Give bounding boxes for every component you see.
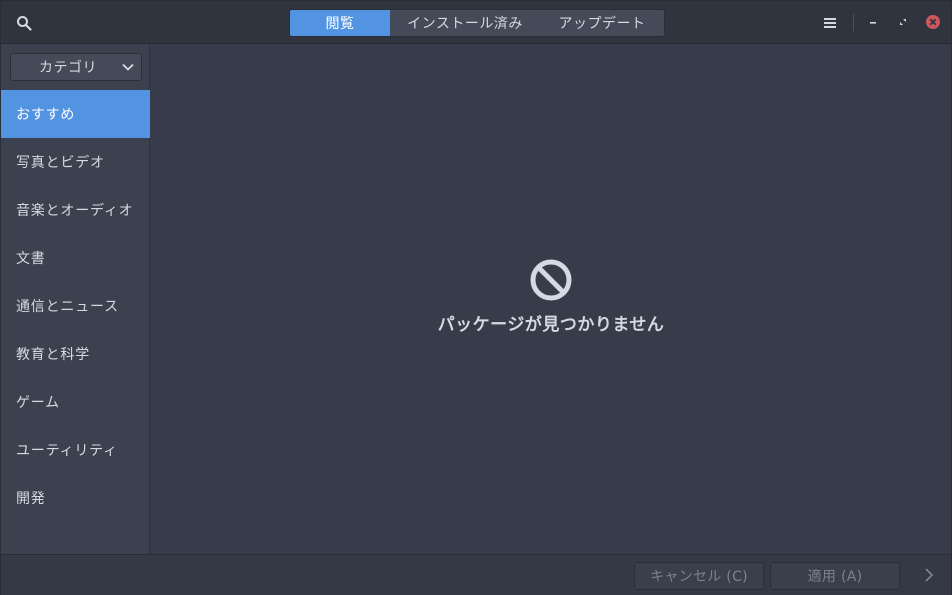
menu-button[interactable]: [819, 12, 841, 34]
sidebar-item-featured[interactable]: おすすめ: [1, 90, 150, 138]
sidebar-item-games[interactable]: ゲーム: [1, 378, 150, 426]
hamburger-menu-icon: [824, 18, 836, 28]
minimize-icon: [870, 22, 876, 24]
no-entry-icon: [530, 259, 572, 301]
chevron-down-icon: [122, 63, 134, 71]
header-bar: 閲覧 インストール済み アップデート: [1, 1, 951, 44]
category-list: おすすめ 写真とビデオ 音楽とオーディオ 文書 通信とニュース 教育と科学 ゲー…: [1, 90, 150, 522]
sidebar-item-communication-news[interactable]: 通信とニュース: [1, 282, 150, 330]
sidebar-item-education-science[interactable]: 教育と科学: [1, 330, 150, 378]
main-content: パッケージが見つかりません: [151, 44, 951, 554]
action-bar: キャンセル (C) 適用 (A): [1, 554, 951, 595]
apply-button[interactable]: 適用 (A): [770, 562, 900, 590]
tab-updates[interactable]: アップデート: [540, 10, 664, 36]
sidebar-item-development[interactable]: 開発: [1, 474, 150, 522]
cancel-button[interactable]: キャンセル (C): [634, 562, 764, 590]
tab-installed[interactable]: インストール済み: [390, 10, 540, 36]
sidebar-item-documents[interactable]: 文書: [1, 234, 150, 282]
maximize-button[interactable]: [893, 12, 913, 32]
search-button[interactable]: [13, 12, 35, 34]
empty-state: パッケージが見つかりません: [151, 258, 951, 335]
chevron-right-icon[interactable]: [921, 567, 937, 583]
tab-browse[interactable]: 閲覧: [290, 10, 390, 36]
close-button[interactable]: [923, 12, 943, 32]
header-separator: [853, 14, 854, 31]
search-icon: [17, 16, 32, 31]
sidebar-item-photo-video[interactable]: 写真とビデオ: [1, 138, 150, 186]
close-icon: [926, 15, 940, 29]
minimize-button[interactable]: [863, 12, 883, 32]
category-sidebar: カテゴリ おすすめ 写真とビデオ 音楽とオーディオ 文書 通信とニュース 教育と…: [1, 44, 150, 554]
maximize-icon: [900, 19, 906, 25]
sidebar-item-music-audio[interactable]: 音楽とオーディオ: [1, 186, 150, 234]
app-window: 閲覧 インストール済み アップデート カテゴリ おすすめ 写真とビデオ 音楽とオ…: [0, 0, 952, 595]
view-switcher: 閲覧 インストール済み アップデート: [289, 9, 665, 37]
category-dropdown[interactable]: カテゴリ: [10, 53, 142, 81]
empty-message: パッケージが見つかりません: [437, 315, 665, 335]
sidebar-item-utilities[interactable]: ユーティリティ: [1, 426, 150, 474]
